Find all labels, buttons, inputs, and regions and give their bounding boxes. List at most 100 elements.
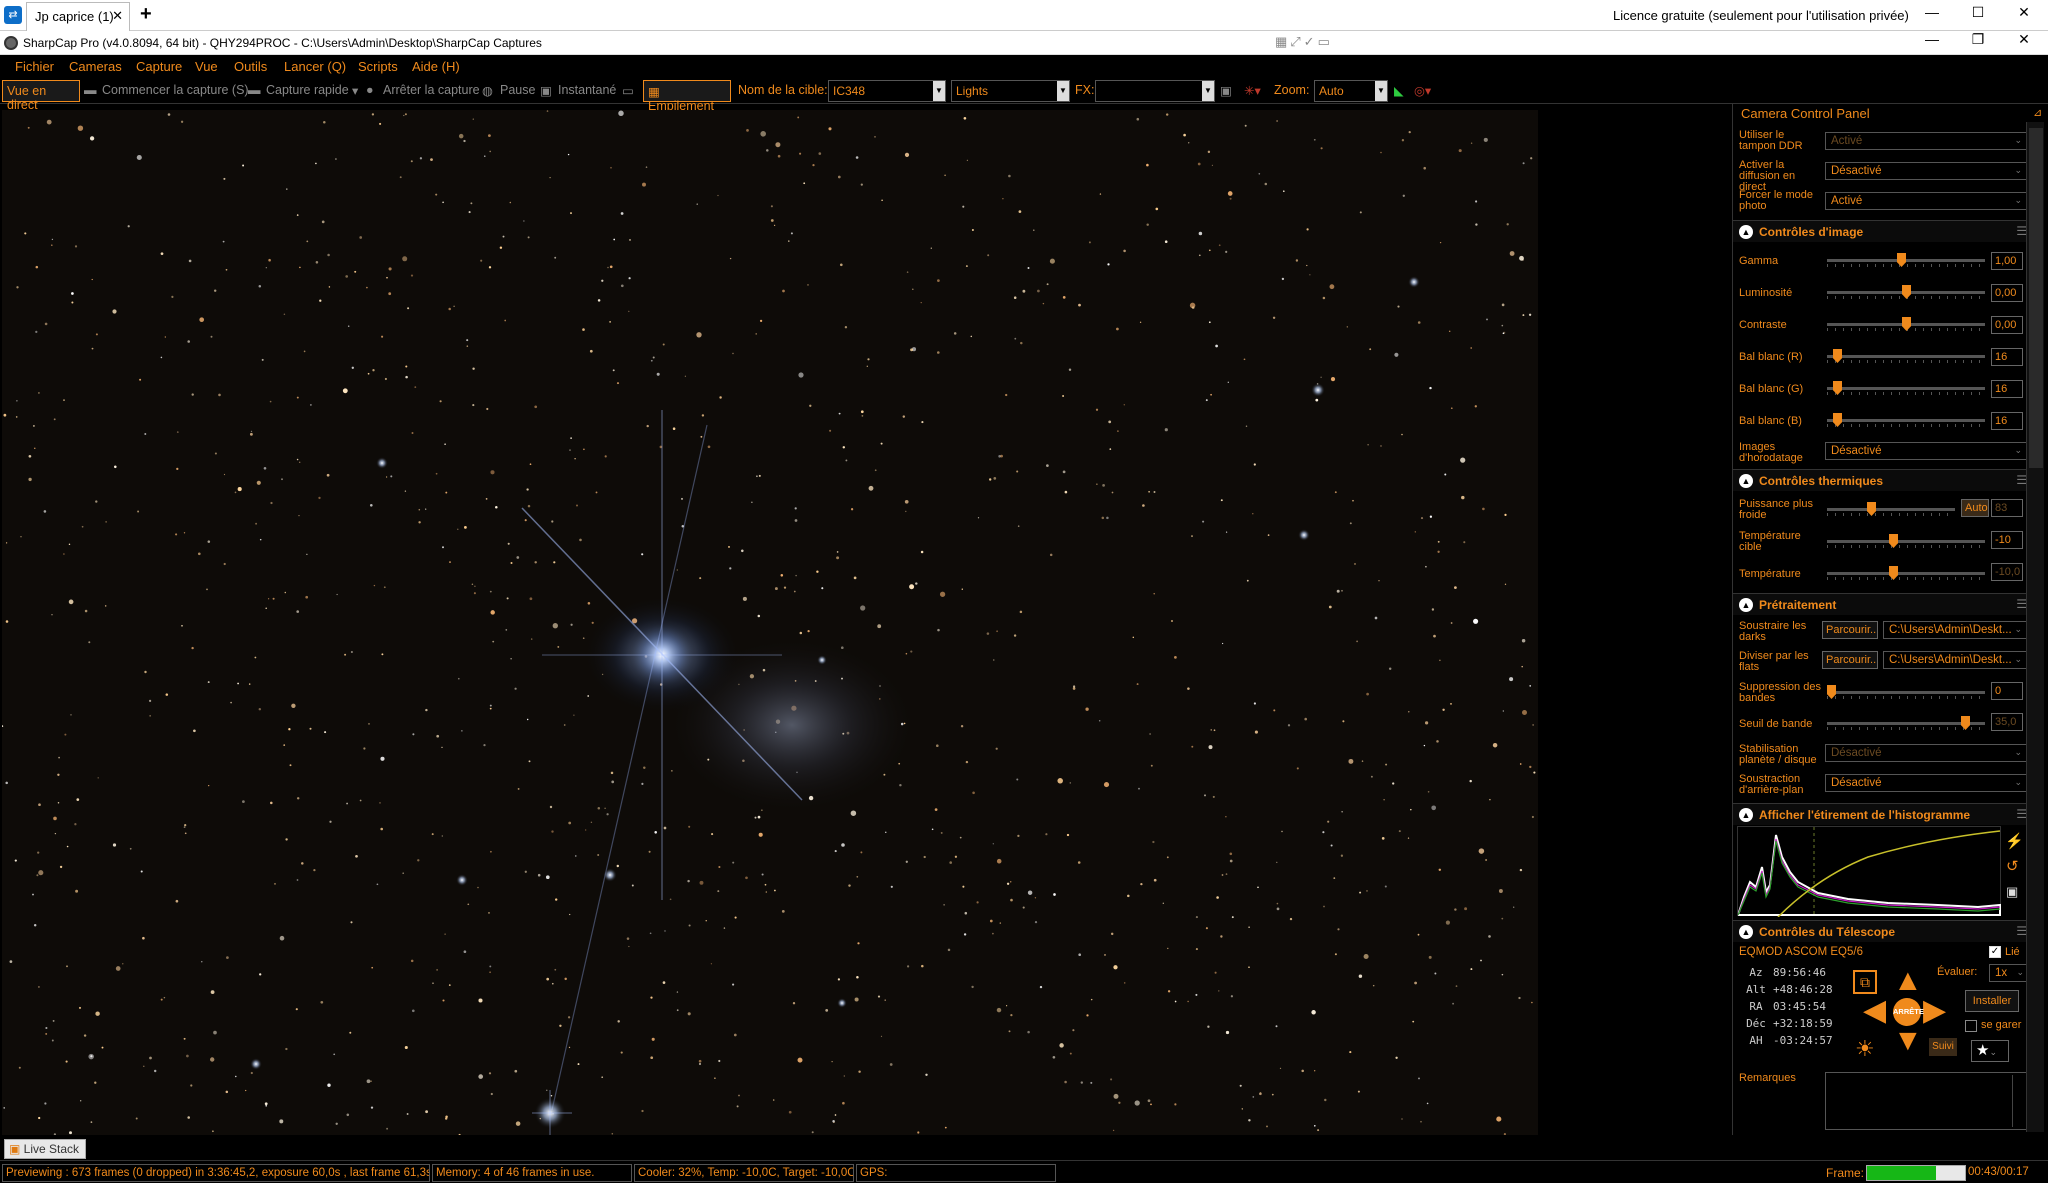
- notes-textarea[interactable]: [1825, 1072, 2027, 1130]
- brightness-value[interactable]: 0,00: [1991, 284, 2023, 302]
- frame-type-combo[interactable]: Lights ▼: [951, 80, 1070, 102]
- menu-fichier[interactable]: Fichier: [15, 59, 54, 74]
- collapse-icon[interactable]: ▲: [1739, 474, 1753, 488]
- close-icon[interactable]: ✕: [2004, 4, 2044, 26]
- arrow-left-icon[interactable]: ◀: [1863, 996, 1886, 1026]
- flats-browse-button[interactable]: Parcourir...: [1822, 651, 1878, 669]
- reset-icon[interactable]: ↺: [2006, 857, 2019, 875]
- zoom-combo[interactable]: Auto ▼: [1314, 80, 1388, 102]
- chevron-down-icon[interactable]: ▼: [933, 81, 945, 101]
- track-button[interactable]: Suivi: [1929, 1038, 1957, 1056]
- banding-slider[interactable]: [1827, 685, 1985, 700]
- timestamp-select[interactable]: Désactivé ⌄: [1825, 442, 2027, 460]
- collapse-icon[interactable]: ▲: [1739, 925, 1753, 939]
- wb-green-slider[interactable]: [1827, 381, 1985, 396]
- bg-subtract-select[interactable]: Désactivé ⌄: [1825, 774, 2027, 792]
- arrow-down-icon[interactable]: ▼: [1893, 1026, 1923, 1056]
- banding-value[interactable]: 0: [1991, 682, 2023, 700]
- collapse-icon[interactable]: ▲: [1739, 598, 1753, 612]
- menu-aide[interactable]: Aide (H): [412, 59, 460, 74]
- gamma-value[interactable]: 1,00: [1991, 252, 2023, 270]
- fx-combo[interactable]: ▼: [1095, 80, 1215, 102]
- stop-capture-button[interactable]: Arrêter la capture: [383, 83, 480, 97]
- snapshot-button[interactable]: Instantané: [558, 83, 616, 97]
- chevron-down-icon[interactable]: ▼: [1202, 81, 1214, 101]
- contrast-slider[interactable]: [1827, 317, 1985, 332]
- wb-red-slider[interactable]: [1827, 349, 1985, 364]
- live-view-button[interactable]: Vue en direct: [2, 80, 80, 112]
- darks-browse-button[interactable]: Parcourir...: [1822, 621, 1878, 639]
- park-checkbox[interactable]: [1965, 1020, 1977, 1032]
- menu-cameras[interactable]: Cameras: [69, 59, 122, 74]
- start-capture-button[interactable]: Commencer la capture (S): [102, 83, 249, 97]
- browser-tab[interactable]: Jp caprice (1) ✕: [26, 2, 130, 31]
- histogram-header[interactable]: ▲ Afficher l'étirement de l'histogramme …: [1733, 803, 2033, 825]
- menu-lancer[interactable]: Lancer (Q): [284, 59, 346, 74]
- install-button[interactable]: Installer: [1965, 990, 2019, 1012]
- ddr-buffer-select[interactable]: Activé ⌄: [1825, 132, 2027, 150]
- chevron-down-icon[interactable]: ▾: [352, 83, 358, 98]
- target-icon[interactable]: ◎▾: [1414, 83, 1431, 98]
- wb-red-value[interactable]: 16: [1991, 348, 2023, 366]
- linked-checkbox[interactable]: ✓: [1989, 946, 2001, 958]
- pause-button[interactable]: Pause: [500, 83, 535, 97]
- fx-settings-icon[interactable]: ▣: [1220, 83, 1232, 98]
- menu-outils[interactable]: Outils: [234, 59, 267, 74]
- save-icon[interactable]: ▣: [2006, 884, 2018, 900]
- image-controls-header[interactable]: ▲ Contrôles d'image ☰: [1733, 220, 2033, 242]
- notes-scrollbar[interactable]: [2012, 1075, 2024, 1127]
- flats-path-select[interactable]: C:\Users\Admin\Deskt... ⌄: [1883, 651, 2027, 669]
- planet-stab-select[interactable]: Désactivé ⌄: [1825, 744, 2027, 762]
- close-tab-icon[interactable]: ✕: [112, 8, 123, 24]
- collapse-icon[interactable]: ▲: [1739, 808, 1753, 822]
- target-temp-slider[interactable]: [1827, 534, 1985, 549]
- band-threshold-value[interactable]: 35,0: [1991, 713, 2023, 731]
- auto-button[interactable]: Auto: [1961, 499, 1989, 517]
- brightness-slider[interactable]: [1827, 285, 1985, 300]
- menu-vue[interactable]: Vue: [195, 59, 218, 74]
- live-stack-tab[interactable]: ▣ Live Stack: [4, 1139, 86, 1159]
- quick-capture-button[interactable]: Capture rapide: [266, 83, 349, 97]
- histogram-display[interactable]: [1736, 826, 2001, 918]
- chevron-down-icon[interactable]: ▼: [1375, 81, 1387, 101]
- target-name-combo[interactable]: IC348 ▼: [828, 80, 946, 102]
- band-threshold-slider[interactable]: [1827, 716, 1985, 731]
- rate-select[interactable]: 1x ⌄: [1989, 964, 2029, 982]
- arrow-right-icon[interactable]: ▶: [1923, 996, 1946, 1026]
- thermal-controls-header[interactable]: ▲ Contrôles thermiques ☰: [1733, 469, 2033, 491]
- remote-toolbar-icons[interactable]: ▦⤢✓▭: [1275, 34, 1333, 50]
- reticle-icon[interactable]: ✳▾: [1244, 83, 1261, 98]
- sun-icon[interactable]: ☀: [1855, 1038, 1875, 1060]
- wb-blue-value[interactable]: 16: [1991, 412, 2023, 430]
- darks-path-select[interactable]: C:\Users\Admin\Deskt... ⌄: [1883, 621, 2027, 639]
- telescope-controls-header[interactable]: ▲ Contrôles du Télescope ☰: [1733, 920, 2033, 942]
- chevron-down-icon[interactable]: ▼: [1057, 81, 1069, 101]
- collapse-icon[interactable]: ▲: [1739, 225, 1753, 239]
- app-minimize-icon[interactable]: —: [1912, 31, 1952, 53]
- monitor-icon[interactable]: ▭: [622, 83, 634, 98]
- wb-green-value[interactable]: 16: [1991, 380, 2023, 398]
- maximize-icon[interactable]: ☐: [1958, 4, 1998, 26]
- wb-blue-slider[interactable]: [1827, 413, 1985, 428]
- histogram-icon[interactable]: ◣: [1394, 83, 1404, 98]
- new-tab-button[interactable]: +: [140, 3, 152, 26]
- panel-scrollbar[interactable]: [2026, 122, 2044, 1132]
- contrast-value[interactable]: 0,00: [1991, 316, 2023, 334]
- stop-button[interactable]: ARRÊTE: [1893, 998, 1924, 1026]
- photo-mode-select[interactable]: Activé ⌄: [1825, 192, 2027, 210]
- menu-capture[interactable]: Capture: [136, 59, 182, 74]
- live-image-viewer[interactable]: [2, 110, 1538, 1135]
- preprocessing-header[interactable]: ▲ Prétraitement ☰: [1733, 593, 2033, 615]
- app-close-icon[interactable]: ✕: [2004, 31, 2044, 53]
- stacking-button[interactable]: ▦ Empilement: [643, 80, 731, 113]
- cooler-power-slider[interactable]: [1827, 502, 1955, 517]
- gamma-slider[interactable]: [1827, 253, 1985, 268]
- goto-icon[interactable]: ⧉: [1853, 970, 1877, 994]
- auto-stretch-icon[interactable]: ⚡: [2005, 832, 2024, 850]
- live-stream-select[interactable]: Désactivé ⌄: [1825, 162, 2027, 180]
- scrollbar-thumb[interactable]: [2029, 128, 2043, 468]
- minimize-icon[interactable]: —: [1912, 4, 1952, 26]
- arrow-up-icon[interactable]: ▲: [1893, 966, 1923, 996]
- app-restore-icon[interactable]: ❐: [1958, 31, 1998, 53]
- star-select[interactable]: ★⌄: [1971, 1040, 2009, 1062]
